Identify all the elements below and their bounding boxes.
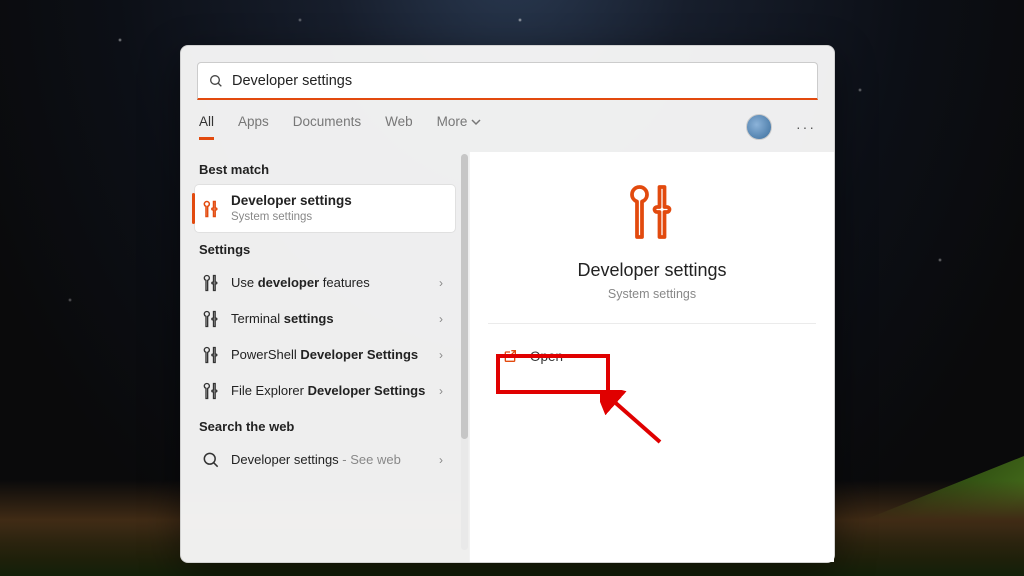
chevron-right-icon: › [439,348,447,362]
results-column: Best match Developer settings System set… [181,152,469,562]
best-match-result[interactable]: Developer settings System settings [195,185,455,232]
result-title: Developer settings [231,193,447,210]
tools-icon [201,309,221,329]
settings-result-powershell[interactable]: PowerShell Developer Settings › [195,337,455,373]
preview-pane: Developer settings System settings Open [469,152,834,562]
result-title: PowerShell Developer Settings [231,347,429,363]
settings-result-developer-features[interactable]: Use developer features › [195,265,455,301]
search-bar[interactable] [197,62,818,100]
tools-icon [201,345,221,365]
tab-web[interactable]: Web [385,114,413,140]
result-subtitle: System settings [231,210,447,224]
chevron-right-icon: › [439,312,447,326]
settings-result-file-explorer[interactable]: File Explorer Developer Settings › [195,373,455,409]
chevron-right-icon: › [439,453,447,467]
chevron-down-icon [471,117,481,127]
filter-tabs: All Apps Documents Web More ··· [181,100,834,152]
scrollbar-thumb[interactable] [461,154,468,439]
search-input[interactable] [232,73,807,89]
divider [488,323,816,324]
more-options-button[interactable]: ··· [796,119,816,135]
section-search-web: Search the web [195,409,469,442]
tab-all[interactable]: All [199,114,214,140]
open-button[interactable]: Open [488,338,585,374]
tools-icon [622,182,682,242]
chevron-right-icon: › [439,276,447,290]
tools-icon [201,381,221,401]
start-search-panel: All Apps Documents Web More ··· Best mat… [180,45,835,563]
preview-subtitle: System settings [608,287,696,301]
open-label: Open [530,349,563,364]
tab-apps[interactable]: Apps [238,114,269,140]
result-title: Use developer features [231,275,429,291]
section-settings: Settings [195,232,469,265]
result-title: Terminal settings [231,311,429,327]
tab-more-label: More [437,114,468,129]
settings-result-terminal[interactable]: Terminal settings › [195,301,455,337]
web-result[interactable]: Developer settings - See web › [195,442,455,478]
preview-title: Developer settings [577,260,726,281]
results-scrollbar[interactable] [461,154,468,550]
section-best-match: Best match [195,152,469,185]
chevron-right-icon: › [439,384,447,398]
tools-icon [201,199,221,219]
tab-documents[interactable]: Documents [293,114,361,140]
open-external-icon [502,348,518,364]
search-icon [201,450,221,470]
result-title: Developer settings - See web [231,452,429,468]
tools-icon [201,273,221,293]
tab-more[interactable]: More [437,114,482,140]
search-icon [208,73,224,89]
result-title: File Explorer Developer Settings [231,383,429,399]
user-avatar[interactable] [746,114,772,140]
